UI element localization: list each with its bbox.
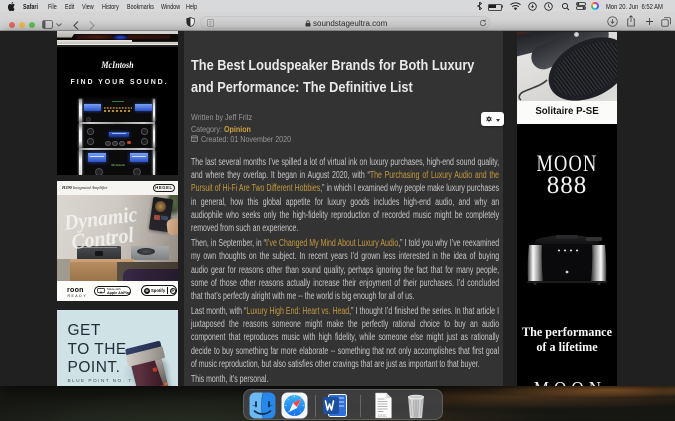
svg-text:DOC: DOC — [378, 413, 387, 418]
